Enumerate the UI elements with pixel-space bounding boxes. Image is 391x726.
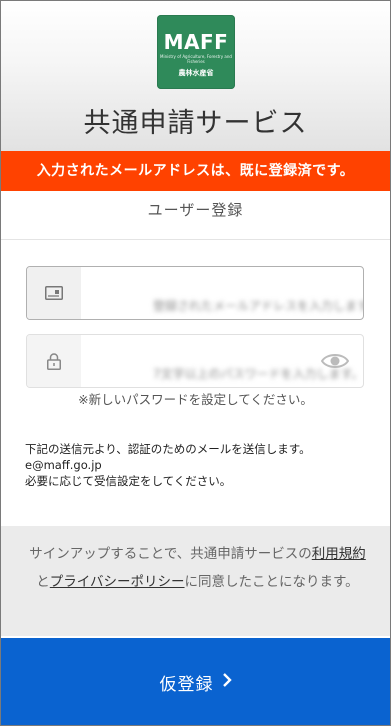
app-title: 共通申請サービス: [83, 108, 308, 139]
submit-label: 仮登録: [159, 675, 214, 695]
header: MAFF Ministry of Agriculture, Forestry a…: [1, 1, 390, 151]
terms-conjunction: と: [36, 574, 50, 590]
password-hint: ※新しいパスワードを設定してください。: [78, 392, 313, 407]
chevron-right-icon: [222, 672, 232, 693]
notice-line-1: 下記の送信元より、認証のためのメールを送信します。: [25, 442, 311, 456]
terms-text: サインアップすることで、共通申請サービスの利用規約とプライバシーポリシーに同意し…: [25, 540, 370, 596]
error-banner: 入力されたメールアドレスは、既に登録済です。: [1, 151, 390, 191]
password-input-wrap: [89, 347, 363, 387]
logo-subtext: Ministry of Agriculture, Forestry and Fi…: [160, 54, 232, 64]
notice-line-3: 必要に応じて受信設定をしてください。: [25, 474, 232, 488]
terms-section: サインアップすることで、共通申請サービスの利用規約とプライバシーポリシーに同意し…: [1, 526, 390, 636]
terms-suffix: に同意したことになります。: [184, 574, 359, 590]
divider: [1, 239, 390, 240]
maff-logo: MAFF Ministry of Agriculture, Forestry a…: [157, 15, 235, 89]
section-title: ユーザー登録: [147, 201, 244, 219]
lock-icon: [27, 335, 81, 387]
id-card-icon: [27, 267, 81, 319]
email-field[interactable]: [26, 266, 364, 320]
email-input[interactable]: [151, 291, 363, 319]
app-frame: MAFF Ministry of Agriculture, Forestry a…: [0, 0, 391, 726]
email-input-wrap: [89, 279, 363, 319]
privacy-policy-link[interactable]: プライバシーポリシー: [50, 574, 185, 590]
notice-sender: e@maff.go.jp: [25, 458, 102, 472]
password-field[interactable]: [26, 334, 364, 388]
provisional-register-button[interactable]: 仮登録: [1, 638, 390, 725]
eye-icon[interactable]: [320, 349, 350, 373]
logo-text: MAFF: [163, 30, 229, 54]
terms-of-use-link[interactable]: 利用規約: [312, 546, 366, 562]
sender-notice: 下記の送信元より、認証のためのメールを送信します。 e@maff.go.jp 必…: [25, 441, 375, 489]
terms-prefix: サインアップすることで、共通申請サービスの: [29, 546, 312, 562]
logo-japanese: 農林水産省: [178, 69, 214, 77]
